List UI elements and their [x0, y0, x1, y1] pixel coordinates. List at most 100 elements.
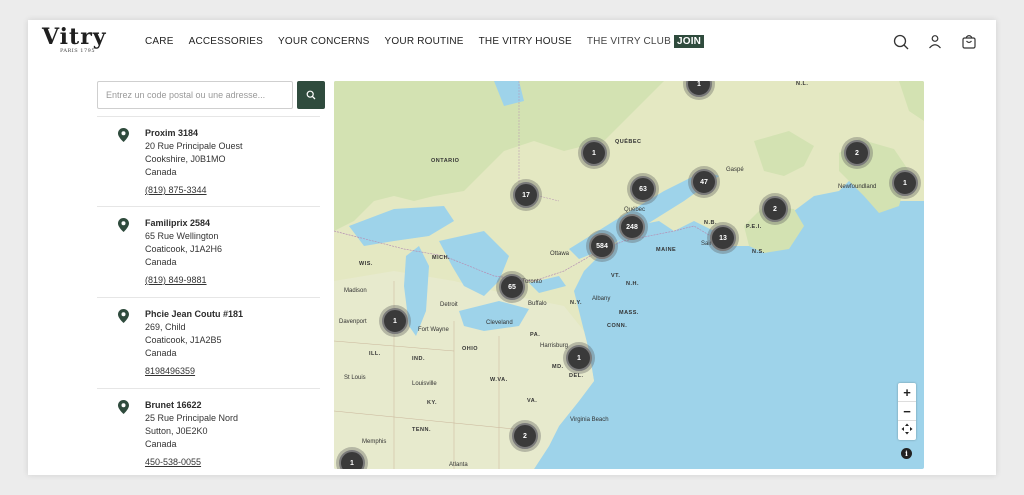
map-cluster-marker[interactable]: 248	[619, 214, 645, 240]
logo-tagline: PARIS 1795	[60, 48, 95, 54]
zoom-controls: + −	[898, 383, 916, 440]
map-region-label: MASS.	[619, 310, 639, 316]
map-city-label: Fort Wayne	[418, 327, 449, 333]
map-city-label: Cleveland	[486, 320, 513, 326]
map-info-button[interactable]: i	[901, 448, 912, 459]
store-city: Cookshire, J0B1MO	[145, 154, 226, 164]
map-cluster-marker[interactable]: 2	[762, 196, 788, 222]
location-pin-icon	[118, 218, 129, 232]
map-cluster-marker[interactable]: 2	[844, 140, 870, 166]
zoom-in-button[interactable]: +	[898, 383, 916, 402]
store-item[interactable]: Proxim 3184 20 Rue Principale Ouest Cook…	[97, 116, 320, 207]
map-city-label: Québec	[624, 207, 646, 213]
store-street: 269, Child	[145, 322, 186, 332]
nav-your-concerns[interactable]: YOUR CONCERNS	[278, 36, 370, 47]
map-cluster-marker[interactable]: 17	[513, 182, 539, 208]
map-region-label: WIS.	[359, 261, 373, 267]
map-region-label: W.VA.	[490, 377, 508, 383]
map-city-label: Virginia Beach	[570, 417, 609, 423]
store-name: Familiprix 2584	[145, 218, 211, 228]
map-cluster-marker[interactable]: 1	[566, 345, 592, 371]
store-phone-link[interactable]: (819) 849-9881	[145, 274, 320, 287]
location-pin-icon	[118, 400, 129, 414]
map-city-label: Harrisburg	[540, 343, 569, 349]
map-city-label: St Louis	[344, 375, 366, 381]
map-cluster-marker[interactable]: 47	[691, 169, 717, 195]
map-region-label: DEL.	[569, 373, 584, 379]
map-city-label: Louisville	[412, 381, 437, 387]
map-cluster-marker[interactable]: 2	[512, 423, 538, 449]
map-cluster-marker[interactable]: 1	[892, 170, 918, 196]
header-actions	[892, 33, 978, 51]
recenter-button[interactable]	[898, 421, 916, 440]
map-region-label: MAINE	[656, 247, 677, 253]
store-street: 65 Rue Wellington	[145, 231, 219, 241]
store-phone-link[interactable]: 8198496359	[145, 365, 320, 378]
nav-your-routine[interactable]: YOUR ROUTINE	[385, 36, 464, 47]
map-region-label: MD.	[552, 364, 564, 370]
map-city-label: Gaspé	[726, 167, 744, 173]
nav-accessories[interactable]: ACCESSORIES	[189, 36, 263, 47]
map-region-label: KY.	[427, 400, 438, 406]
main-nav: CARE ACCESSORIES YOUR CONCERNS YOUR ROUT…	[145, 35, 705, 48]
logo[interactable]: Vitry PARIS 1795	[42, 24, 122, 54]
map-cluster-marker[interactable]: 1	[581, 140, 607, 166]
store-name: Proxim 3184	[145, 128, 199, 138]
map-cluster-marker[interactable]: 65	[499, 274, 525, 300]
map-region-label: QUÉBEC	[615, 139, 642, 145]
search-icon[interactable]	[892, 33, 910, 51]
store-phone-link[interactable]: 450-538-0055	[145, 456, 320, 469]
store-country: Canada	[145, 439, 177, 449]
store-street: 20 Rue Principale Ouest	[145, 141, 243, 151]
map-cluster-marker[interactable]: 1	[339, 450, 365, 469]
map-region-label: N.Y.	[570, 300, 583, 306]
map-cluster-marker[interactable]: 13	[710, 225, 736, 251]
site-header: Vitry PARIS 1795 CARE ACCESSORIES YOUR C…	[28, 20, 996, 68]
map-city-label: Detroit	[440, 302, 458, 308]
address-search-input[interactable]	[97, 81, 293, 109]
map-region-label: VT.	[611, 273, 621, 279]
store-map[interactable]: ONTARIO QUÉBEC MAINE N.B. P.E.I. N.S. WI…	[334, 81, 924, 469]
map-region-label: ONTARIO	[431, 158, 460, 164]
join-badge[interactable]: JOIN	[673, 35, 705, 48]
map-region-label: PA.	[530, 332, 541, 338]
map-region-label: CONN.	[607, 323, 628, 329]
map-city-label: Albany	[592, 296, 611, 302]
map-cluster-marker[interactable]: 584	[589, 233, 615, 259]
store-country: Canada	[145, 348, 177, 358]
cart-icon[interactable]	[960, 33, 978, 51]
account-icon[interactable]	[926, 33, 944, 51]
map-region-label: MICH.	[432, 255, 451, 261]
location-pin-icon	[118, 128, 129, 142]
store-country: Canada	[145, 167, 177, 177]
map-city-label: Davenport	[339, 319, 367, 325]
map-city-label: Memphis	[362, 439, 387, 445]
map-region-label: TENN.	[412, 427, 431, 433]
map-region-label: VA.	[527, 398, 538, 404]
search-button[interactable]	[297, 81, 325, 109]
store-city: Coaticook, J1A2H6	[145, 244, 223, 254]
map-region-label: IND.	[412, 356, 425, 362]
store-search	[97, 81, 325, 109]
store-item[interactable]: Phcie Jean Coutu #181 269, Child Coatico…	[97, 298, 320, 389]
nav-care[interactable]: CARE	[145, 36, 174, 47]
store-item[interactable]: Brunet 16622 25 Rue Principale Nord Sutt…	[97, 389, 320, 475]
map-cluster-marker[interactable]: 63	[630, 176, 656, 202]
map-city-label: Ottawa	[550, 251, 570, 257]
search-icon	[306, 88, 316, 103]
store-item[interactable]: Familiprix 2584 65 Rue Wellington Coatic…	[97, 207, 320, 298]
map-region-label: N.H.	[626, 281, 639, 287]
zoom-out-button[interactable]: −	[898, 402, 916, 421]
store-name: Brunet 16622	[145, 400, 202, 410]
map-region-label: N.S.	[752, 249, 765, 255]
store-name: Phcie Jean Coutu #181	[145, 309, 244, 319]
nav-the-vitry-house[interactable]: THE VITRY HOUSE	[479, 36, 572, 47]
store-list: Proxim 3184 20 Rue Principale Ouest Cook…	[97, 116, 320, 475]
nav-the-vitry-club[interactable]: THE VITRY CLUB	[587, 36, 671, 47]
store-phone-link[interactable]: (819) 875-3344	[145, 184, 320, 197]
location-pin-icon	[118, 309, 129, 323]
map-city-label: Buffalo	[528, 301, 547, 307]
logo-wordmark: Vitry	[42, 24, 107, 50]
map-city-label: Newfoundland	[838, 184, 877, 190]
map-cluster-marker[interactable]: 1	[382, 308, 408, 334]
